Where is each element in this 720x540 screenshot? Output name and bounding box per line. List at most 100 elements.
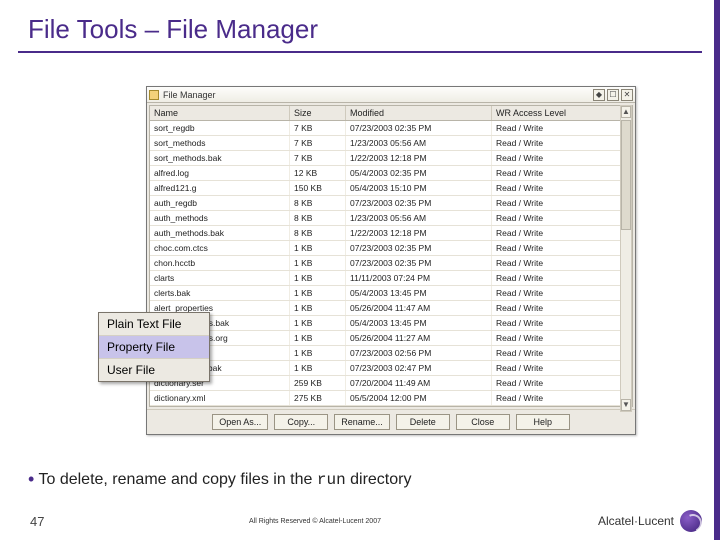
context-menu: Plain Text FileProperty FileUser File [98, 312, 210, 382]
table-row[interactable]: cb_properties.bak1 KB07/23/2003 02:47 PM… [150, 361, 632, 376]
cell-name: sort_regdb [150, 121, 290, 135]
table-row[interactable]: clerts.bak1 KB05/4/2003 13:45 PMRead / W… [150, 286, 632, 301]
cell-access: Read / Write [492, 166, 632, 180]
table-row[interactable]: alert_properties1 KB05/26/2004 11:47 AMR… [150, 301, 632, 316]
file-table: Name Size Modified WR Access Level sort_… [149, 105, 633, 407]
pin-button[interactable]: ◆ [593, 89, 605, 101]
cell-access: Read / Write [492, 196, 632, 210]
table-row[interactable]: dictionary.xml275 KB05/5/2004 12:00 PMRe… [150, 391, 632, 406]
copyright: All Rights Reserved © Alcatel-Lucent 200… [60, 518, 570, 525]
context-menu-item[interactable]: User File [99, 359, 209, 381]
scroll-thumb[interactable] [621, 120, 631, 230]
cell-modified: 05/5/2004 12:00 PM [346, 391, 492, 405]
cell-access: Read / Write [492, 376, 632, 390]
open-as-button[interactable]: Open As... [212, 414, 268, 430]
context-menu-item[interactable]: Property File [99, 336, 209, 359]
cell-name: dictionary.xml [150, 391, 290, 405]
side-accent [714, 0, 720, 540]
cell-size: 1 KB [290, 286, 346, 300]
col-access[interactable]: WR Access Level [492, 106, 632, 120]
cell-modified: 07/23/2003 02:35 PM [346, 196, 492, 210]
table-header: Name Size Modified WR Access Level [150, 106, 632, 121]
cell-modified: 05/4/2003 15:10 PM [346, 181, 492, 195]
cell-access: Read / Write [492, 391, 632, 405]
cell-size: 150 KB [290, 181, 346, 195]
table-row[interactable]: chon.hcctb1 KB07/23/2003 02:35 PMRead / … [150, 256, 632, 271]
cell-modified: 07/23/2003 02:56 PM [346, 346, 492, 360]
table-row[interactable]: sort_methods.bak7 KB1/22/2003 12:18 PMRe… [150, 151, 632, 166]
cell-name: chon.hcctb [150, 256, 290, 270]
cell-access: Read / Write [492, 226, 632, 240]
cell-name: auth_regdb [150, 196, 290, 210]
col-size[interactable]: Size [290, 106, 346, 120]
cell-size: 7 KB [290, 151, 346, 165]
close-window-button[interactable]: ✕ [621, 89, 633, 101]
cell-name: auth_methods [150, 211, 290, 225]
cell-access: Read / Write [492, 136, 632, 150]
table-row[interactable]: alfred.log12 KB05/4/2003 02:35 PMRead / … [150, 166, 632, 181]
cell-size: 7 KB [290, 121, 346, 135]
table-row[interactable]: sort_regdb7 KB07/23/2003 02:35 PMRead / … [150, 121, 632, 136]
brand: Alcatel·Lucent [570, 510, 720, 532]
cell-modified: 07/20/2004 11:49 AM [346, 376, 492, 390]
table-row[interactable]: choc.com.ctcs1 KB07/23/2003 02:35 PMRead… [150, 241, 632, 256]
slide-title: File Tools – File Manager [0, 0, 720, 49]
cell-name: choc.com.ctcs [150, 241, 290, 255]
window-title: File Manager [163, 90, 593, 100]
brand-text: Alcatel·Lucent [598, 514, 674, 528]
window-titlebar[interactable]: File Manager ◆ ☐ ✕ [147, 87, 635, 103]
maximize-button[interactable]: ☐ [607, 89, 619, 101]
cell-modified: 1/23/2003 05:56 AM [346, 211, 492, 225]
scrollbar[interactable]: ▲ ▼ [620, 105, 632, 412]
bullet-tail: directory [346, 471, 412, 488]
table-row[interactable]: cb_properties1 KB07/23/2003 02:56 PMRead… [150, 346, 632, 361]
table-row[interactable]: auth_methods8 KB1/23/2003 05:56 AMRead /… [150, 211, 632, 226]
scroll-up-icon[interactable]: ▲ [621, 106, 631, 118]
cell-name: clarts [150, 271, 290, 285]
delete-button[interactable]: Delete [396, 414, 450, 430]
cell-access: Read / Write [492, 151, 632, 165]
cell-size: 1 KB [290, 256, 346, 270]
cell-name: clerts.bak [150, 286, 290, 300]
rename-button[interactable]: Rename... [334, 414, 390, 430]
cell-modified: 05/4/2003 13:45 PM [346, 316, 492, 330]
cell-modified: 07/23/2003 02:47 PM [346, 361, 492, 375]
file-manager-window: File Manager ◆ ☐ ✕ Name Size Modified WR… [146, 86, 636, 435]
table-row[interactable]: dictionary.ser259 KB07/20/2004 11:49 AMR… [150, 376, 632, 391]
cell-size: 7 KB [290, 136, 346, 150]
cell-size: 8 KB [290, 211, 346, 225]
cell-name: sort_methods.bak [150, 151, 290, 165]
col-modified[interactable]: Modified [346, 106, 492, 120]
page-number: 47 [0, 514, 60, 529]
cell-access: Read / Write [492, 301, 632, 315]
col-name[interactable]: Name [150, 106, 290, 120]
bullet-icon: • [28, 469, 34, 489]
title-rule [18, 51, 702, 53]
table-row[interactable]: auth_regdb8 KB07/23/2003 02:35 PMRead / … [150, 196, 632, 211]
cell-access: Read / Write [492, 181, 632, 195]
table-row[interactable]: alert_properties.org1 KB05/26/2004 11:27… [150, 331, 632, 346]
bullet-lead: To delete, rename and copy files in the [38, 471, 316, 488]
table-row[interactable]: alert_properties.bak1 KB05/4/2003 13:45 … [150, 316, 632, 331]
table-row[interactable]: alfred121.g150 KB05/4/2003 15:10 PMRead … [150, 181, 632, 196]
cell-modified: 05/4/2003 13:45 PM [346, 286, 492, 300]
scroll-down-icon[interactable]: ▼ [621, 399, 631, 411]
cell-modified: 11/11/2003 07:24 PM [346, 271, 492, 285]
context-menu-item[interactable]: Plain Text File [99, 313, 209, 336]
cell-size: 259 KB [290, 376, 346, 390]
copy-button[interactable]: Copy... [274, 414, 328, 430]
cell-size: 1 KB [290, 346, 346, 360]
bullet-code: run [317, 471, 346, 489]
table-row[interactable]: clarts1 KB11/11/2003 07:24 PMRead / Writ… [150, 271, 632, 286]
table-row[interactable]: auth_methods.bak8 KB1/22/2003 12:18 PMRe… [150, 226, 632, 241]
help-button[interactable]: Help [516, 414, 570, 430]
bullet-line: • To delete, rename and copy files in th… [28, 468, 700, 489]
cell-access: Read / Write [492, 346, 632, 360]
close-button[interactable]: Close [456, 414, 510, 430]
cell-modified: 05/26/2004 11:27 AM [346, 331, 492, 345]
cell-access: Read / Write [492, 256, 632, 270]
table-row[interactable]: sort_methods7 KB1/23/2003 05:56 AMRead /… [150, 136, 632, 151]
cell-size: 1 KB [290, 361, 346, 375]
cell-modified: 05/26/2004 11:47 AM [346, 301, 492, 315]
cell-modified: 1/22/2003 12:18 PM [346, 226, 492, 240]
